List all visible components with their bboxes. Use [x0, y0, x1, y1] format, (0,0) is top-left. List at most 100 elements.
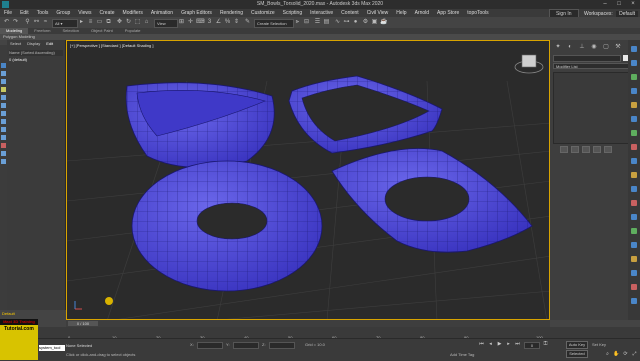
- menu-animation[interactable]: Animation: [147, 9, 177, 17]
- unlink-icon[interactable]: ⚯: [33, 19, 40, 26]
- menu-create[interactable]: Create: [96, 9, 119, 17]
- tool-icon-4[interactable]: [631, 88, 637, 94]
- rendered-frame-icon[interactable]: ▣: [371, 19, 378, 26]
- tool-icon-7[interactable]: [631, 130, 637, 136]
- explorer-shapes-icon[interactable]: [1, 79, 6, 84]
- minimize-button[interactable]: –: [598, 0, 612, 9]
- key-filter-dropdown[interactable]: Selected: [566, 350, 588, 358]
- select-manipulate-icon[interactable]: ✛: [187, 19, 194, 26]
- current-frame-field[interactable]: 0: [524, 342, 540, 349]
- display-tab-icon[interactable]: ▢: [602, 43, 610, 51]
- explorer-geometry-icon[interactable]: [1, 71, 6, 76]
- auto-key-button[interactable]: Auto Key: [566, 341, 588, 349]
- explorer-xrefs-icon[interactable]: [1, 127, 6, 132]
- add-time-tag[interactable]: Add Time Tag: [450, 352, 474, 357]
- track-bar[interactable]: 0 10 20 30 40 50 60 70 80 90 100: [0, 327, 640, 340]
- modifier-stack[interactable]: [553, 72, 633, 144]
- menu-topotools[interactable]: topoTools: [463, 9, 492, 17]
- keyboard-shortcut-icon[interactable]: ⌨: [196, 19, 205, 26]
- menu-scripting[interactable]: Scripting: [279, 9, 306, 17]
- tool-icon-15[interactable]: [631, 242, 637, 248]
- angle-snap-icon[interactable]: ∠: [215, 19, 222, 26]
- menu-graph-editors[interactable]: Graph Editors: [177, 9, 216, 17]
- tool-icon-6[interactable]: [631, 116, 637, 122]
- previous-frame-icon[interactable]: ◂: [487, 341, 494, 347]
- setkey-icon[interactable]: ⚿: [542, 341, 549, 347]
- explorer-spacewarps-icon[interactable]: [1, 111, 6, 116]
- perspective-viewport[interactable]: [+] [Perspective ] [Standard ] [Default …: [66, 40, 550, 320]
- menu-civil-view[interactable]: Civil View: [363, 9, 393, 17]
- time-slider[interactable]: 0 / 100: [68, 321, 98, 326]
- bind-spacewarp-icon[interactable]: ≈: [42, 19, 49, 26]
- create-tab-icon[interactable]: ✦: [554, 43, 562, 51]
- tool-icon-19[interactable]: [631, 298, 637, 304]
- pan-icon[interactable]: ✋: [613, 351, 620, 357]
- layer-manager-icon[interactable]: ☰: [314, 19, 321, 26]
- pivot-icon[interactable]: ⊞: [178, 19, 185, 26]
- maxscript-listener-field[interactable]: system_tool: [39, 345, 65, 351]
- explorer-cameras-icon[interactable]: [1, 95, 6, 100]
- z-coordinate-field[interactable]: [269, 342, 295, 349]
- scene-column-header[interactable]: Name (Sorted Ascending): [9, 50, 63, 56]
- hierarchy-tab-icon[interactable]: ⊥: [578, 43, 586, 51]
- explorer-helpers-icon[interactable]: [1, 103, 6, 108]
- named-selection-dropdown[interactable]: Create Selection Se: [254, 19, 294, 33]
- make-unique-icon[interactable]: [582, 146, 590, 153]
- explorer-groups-icon[interactable]: [1, 119, 6, 124]
- remove-modifier-icon[interactable]: [593, 146, 601, 153]
- mirror-icon[interactable]: ⫸: [294, 19, 301, 26]
- tool-icon-14[interactable]: [631, 228, 637, 234]
- scene-layer-row[interactable]: 0 (default): [9, 57, 63, 63]
- redo-icon[interactable]: ↷: [12, 19, 19, 26]
- window-crossing-icon[interactable]: ⧉: [105, 19, 112, 26]
- selection-filter-dropdown[interactable]: All ▾: [52, 19, 78, 28]
- menu-app-store[interactable]: App Store: [433, 9, 463, 17]
- explorer-hierarchy-icon[interactable]: [1, 151, 6, 156]
- explorer-layers-icon[interactable]: [1, 159, 6, 164]
- render-setup-icon[interactable]: ⚙: [362, 19, 369, 26]
- undo-icon[interactable]: ↶: [3, 19, 10, 26]
- tool-icon-13[interactable]: [631, 214, 637, 220]
- y-coordinate-field[interactable]: [233, 342, 259, 349]
- zoom-icon[interactable]: ⌕: [604, 351, 611, 357]
- rect-selection-icon[interactable]: ▭: [96, 19, 103, 26]
- material-editor-icon[interactable]: ●: [352, 19, 359, 26]
- object-name-field[interactable]: [553, 55, 621, 62]
- explorer-lights-icon[interactable]: [1, 87, 6, 92]
- menu-group[interactable]: Group: [52, 9, 74, 17]
- tool-icon-17[interactable]: [631, 270, 637, 276]
- x-coordinate-field[interactable]: [197, 342, 223, 349]
- move-icon[interactable]: ✥: [116, 19, 123, 26]
- play-icon[interactable]: ▶: [496, 341, 503, 347]
- orbit-icon[interactable]: ⟳: [622, 351, 629, 357]
- curve-editor-icon[interactable]: ∿: [334, 19, 341, 26]
- menu-file[interactable]: File: [0, 9, 16, 17]
- tool-icon-18[interactable]: [631, 284, 637, 290]
- menu-views[interactable]: Views: [74, 9, 95, 17]
- tool-icon-3[interactable]: [631, 74, 637, 80]
- tool-icon-16[interactable]: [631, 256, 637, 262]
- viewport-label[interactable]: [+] [Perspective ] [Standard ] [Default …: [70, 43, 154, 48]
- percent-snap-icon[interactable]: %: [224, 19, 231, 26]
- select-object-icon[interactable]: ▸: [78, 19, 85, 26]
- explorer-bones-icon[interactable]: [1, 135, 6, 140]
- modify-tab-icon[interactable]: ◐: [566, 43, 574, 51]
- reference-coord-dropdown[interactable]: View: [154, 19, 178, 28]
- snaps-toggle-icon[interactable]: 3: [206, 19, 213, 26]
- menu-help[interactable]: Help: [392, 9, 410, 17]
- spinner-snap-icon[interactable]: ⇕: [233, 19, 240, 26]
- go-to-end-icon[interactable]: ⏭: [514, 341, 521, 347]
- link-icon[interactable]: ⚲: [24, 19, 31, 26]
- menu-interactive[interactable]: Interactive: [306, 9, 337, 17]
- close-button[interactable]: ×: [626, 0, 640, 9]
- tool-icon-12[interactable]: [631, 200, 637, 206]
- menu-customize[interactable]: Customize: [247, 9, 279, 17]
- tool-icon-1[interactable]: [631, 46, 637, 52]
- motion-tab-icon[interactable]: ◉: [590, 43, 598, 51]
- time-slider-track[interactable]: 0 / 100: [66, 320, 550, 327]
- explorer-select-icon[interactable]: [1, 63, 6, 68]
- menu-arnold[interactable]: Arnold: [411, 9, 433, 17]
- menu-modifiers[interactable]: Modifiers: [119, 9, 147, 17]
- scene-tab-display[interactable]: Display: [24, 40, 43, 47]
- scale-icon[interactable]: ⬚: [134, 19, 141, 26]
